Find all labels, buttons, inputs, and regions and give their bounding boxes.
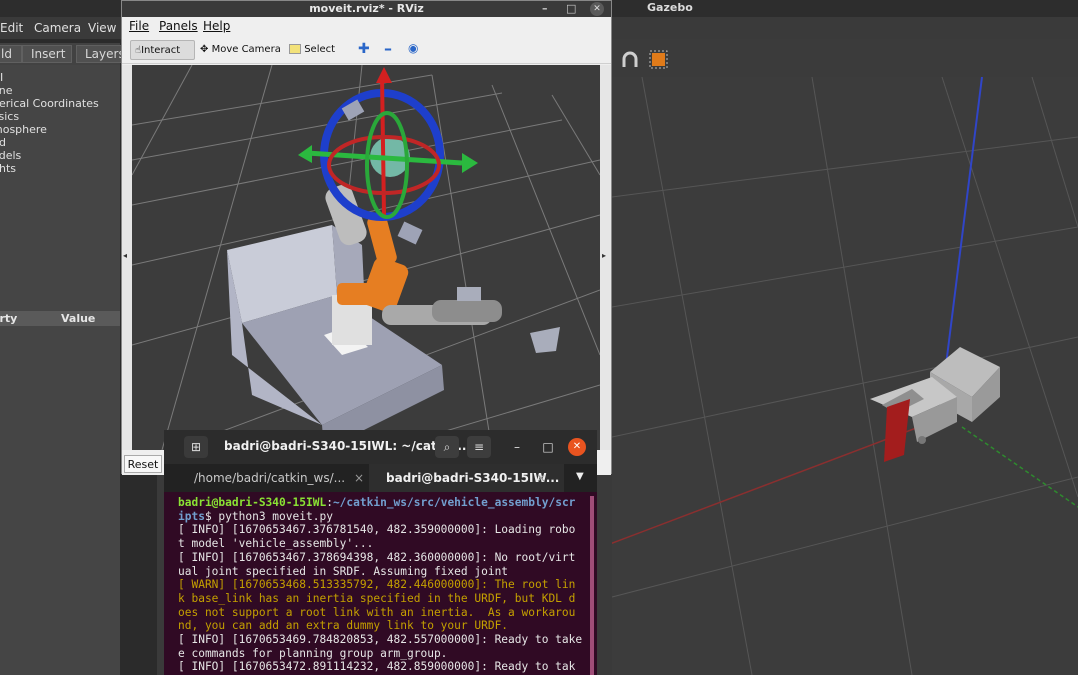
terminal-line: [ INFO] [1670653472.891114232, 482.85900…: [178, 660, 576, 674]
menu-help[interactable]: Help: [203, 19, 230, 33]
red-panel: [884, 399, 910, 462]
value-column-label: Value: [61, 312, 96, 325]
select-tool-button[interactable]: Select: [285, 40, 339, 60]
gazebo-window-title: Gazebo: [647, 1, 693, 14]
rviz-window: moveit.rviz* - RViz – □ ✕ File Panels He…: [121, 0, 612, 475]
remove-tool-icon[interactable]: –: [384, 39, 392, 58]
terminal-tab-1-label: /home/badri/catkin_ws/...: [194, 471, 346, 485]
world-item-spherical-coordinates[interactable]: herical Coordinates: [0, 97, 99, 110]
world-item-gui[interactable]: UI: [0, 71, 3, 84]
terminal-title: badri@badri-S340-15IWL: ~/catkin...: [224, 439, 471, 453]
tab-close-icon[interactable]: ×: [536, 464, 546, 492]
gazebo-ground-grid: [612, 77, 1078, 675]
prompt-user: badri@badri-S340-15IWL: [178, 496, 327, 509]
tab-layers[interactable]: Layers: [76, 45, 126, 63]
interact-tool-button[interactable]: ☝Interact: [130, 40, 195, 60]
select-icon: [289, 44, 301, 54]
terminal-output[interactable]: badri@badri-S340-15IWL:~/catkin_ws/src/v…: [178, 496, 590, 675]
close-icon[interactable]: ✕: [590, 2, 604, 16]
menu-edit[interactable]: Edit: [0, 21, 23, 35]
menu-view[interactable]: View: [88, 21, 116, 35]
world-item-models[interactable]: odels: [0, 149, 21, 162]
eye-tool-icon[interactable]: ◉: [408, 41, 418, 55]
new-tab-icon[interactable]: ⊞: [184, 436, 208, 458]
terminal-headerbar: ⊞ badri@badri-S340-15IWL: ~/catkin... ⌕ …: [164, 430, 597, 464]
prompt-path-cont: ipts: [178, 509, 205, 523]
close-icon[interactable]: ✕: [568, 438, 586, 456]
terminal-tab-2-label: badri@badri-S340-15IW...: [386, 471, 560, 485]
rviz-3d-view[interactable]: [132, 65, 600, 450]
terminal-scrollbar[interactable]: [590, 496, 594, 675]
property-column-label: erty: [0, 312, 18, 325]
terminal-log-lines: [ INFO] [1670653467.376781540, 482.35900…: [178, 523, 582, 673]
move-camera-tool-button[interactable]: ✥ Move Camera: [196, 40, 285, 60]
move-camera-icon: ✥: [200, 44, 209, 55]
terminal-line: ual joint specified in SRDF. Assuming fi…: [178, 564, 509, 578]
world-item-physics[interactable]: ysics: [0, 110, 19, 123]
terminal-tab-bar: /home/badri/catkin_ws/... × badri@badri-…: [164, 464, 597, 492]
property-header: erty Value: [0, 311, 120, 326]
minimize-icon[interactable]: –: [505, 436, 529, 458]
rviz-scene-graphics: [132, 65, 600, 450]
search-icon[interactable]: ⌕: [435, 436, 459, 458]
orange-cube-icon[interactable]: [648, 47, 672, 71]
terminal-tab-1[interactable]: /home/badri/catkin_ws/... ×: [164, 464, 369, 492]
world-item-wind[interactable]: nd: [0, 136, 6, 149]
world-item-scene[interactable]: ene: [0, 84, 13, 97]
menu-panels[interactable]: Panels: [159, 19, 198, 33]
select-label: Select: [304, 44, 336, 55]
prompt-command: $ python3 moveit.py: [204, 509, 333, 523]
rviz-toolbar: ☝Interact ✥ Move Camera Select ✚ – ◉: [122, 37, 611, 64]
tab-close-icon[interactable]: ×: [354, 464, 364, 492]
hamburger-menu-icon[interactable]: ≡: [467, 436, 491, 458]
terminal-line: k base_link has an inertia specified in …: [178, 591, 576, 605]
tab-world[interactable]: ld: [0, 45, 22, 63]
terminal-line: t model 'vehicle_assembly'...: [178, 537, 374, 551]
gazebo-toolbar: [612, 39, 1078, 77]
terminal-line: oes not support a root link with an iner…: [178, 605, 576, 619]
terminal-line: e commands for planning group arm_group.: [178, 646, 448, 660]
prompt-separator: :: [326, 496, 333, 509]
terminal-line: nd, you can add an extra dummy link to y…: [178, 619, 509, 633]
tab-insert[interactable]: Insert: [22, 45, 72, 63]
terminal-line: [ INFO] [1670653467.376781540, 482.35900…: [178, 523, 576, 537]
maximize-icon[interactable]: □: [566, 1, 576, 17]
gazebo-left-tabs: ld Insert Layers: [0, 43, 126, 65]
terminal-line: [ INFO] [1670653467.378694398, 482.36000…: [178, 550, 576, 564]
maximize-icon[interactable]: □: [536, 436, 560, 458]
rviz-window-title: moveit.rviz* - RViz: [309, 2, 424, 15]
interactive-marker: [298, 67, 478, 245]
x-axis-line: [612, 421, 933, 545]
rviz-menubar: File Panels Help: [122, 17, 611, 37]
move-camera-label: Move Camera: [211, 44, 281, 55]
tab-menu-chevron-icon[interactable]: ▼: [576, 471, 584, 482]
y-axis-line: [961, 426, 1078, 508]
world-item-atmosphere[interactable]: mosphere: [0, 123, 47, 136]
terminal-tab-2[interactable]: badri@badri-S340-15IW... ×: [369, 464, 564, 492]
world-tree-panel: UI ene herical Coordinates ysics mospher…: [0, 65, 120, 675]
minimize-icon[interactable]: –: [542, 1, 548, 17]
prompt-path: ~/catkin_ws/src/vehicle_assembly/scr: [332, 496, 576, 509]
terminal-line: [ WARN] [1670653468.513335792, 482.44600…: [178, 578, 576, 592]
menu-camera[interactable]: Camera: [34, 21, 81, 35]
add-tool-icon[interactable]: ✚: [358, 41, 370, 57]
reset-button[interactable]: Reset: [124, 455, 162, 473]
interact-label: Interact: [141, 45, 181, 56]
rviz-titlebar: moveit.rviz* - RViz – □ ✕: [122, 1, 611, 17]
right-dock-handle[interactable]: ▸: [600, 65, 611, 450]
terminal-line: [ INFO] [1670653469.784820853, 482.55700…: [178, 633, 583, 647]
terminal-window: ⊞ badri@badri-S340-15IWL: ~/catkin... ⌕ …: [164, 430, 597, 675]
menu-file[interactable]: File: [129, 19, 149, 33]
left-dock-handle[interactable]: ◂: [122, 65, 132, 450]
gazebo-3d-viewport[interactable]: [612, 77, 1078, 675]
gazebo-scene-graphics: [612, 77, 1078, 675]
world-item-lights[interactable]: ghts: [0, 162, 16, 175]
